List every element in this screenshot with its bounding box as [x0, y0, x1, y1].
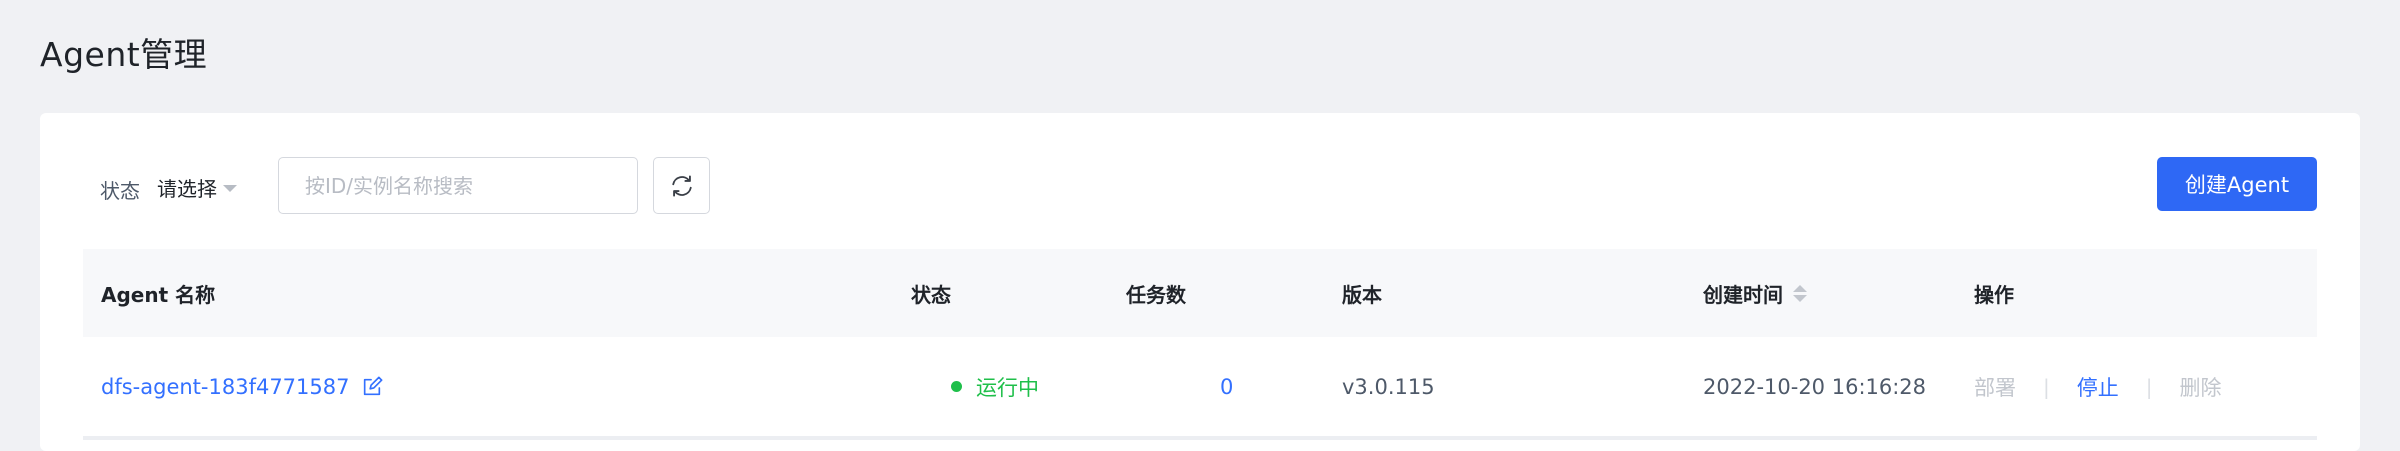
- table-row: dfs-agent-183f4771587 运行中 0 v3.0.115 202…: [83, 337, 2317, 440]
- version-cell: v3.0.115: [1342, 374, 1435, 399]
- sort-icon[interactable]: [1793, 284, 1807, 302]
- column-header-version: 版本: [1342, 282, 1382, 307]
- status-cell: 运行中: [951, 337, 1039, 436]
- create-agent-button[interactable]: 创建Agent: [2157, 157, 2317, 211]
- deploy-button[interactable]: 部署: [1974, 372, 2016, 402]
- column-header-tasks: 任务数: [1126, 282, 1186, 307]
- edit-icon[interactable]: [361, 376, 383, 398]
- task-count-cell: 0: [1220, 337, 1233, 436]
- column-header-agent-name: Agent 名称: [101, 282, 216, 307]
- refresh-icon: [668, 172, 696, 200]
- delete-button[interactable]: 删除: [2180, 372, 2222, 402]
- search-input[interactable]: [278, 157, 638, 214]
- status-dot-icon: [951, 381, 962, 392]
- stop-button[interactable]: 停止: [2077, 372, 2119, 402]
- caret-down-icon: [223, 184, 237, 192]
- column-header-status: 状态: [911, 282, 951, 307]
- status-text: 运行中: [976, 375, 1039, 400]
- task-count[interactable]: 0: [1220, 375, 1233, 399]
- page-title: Agent管理: [40, 35, 208, 74]
- agent-name-link[interactable]: dfs-agent-183f4771587: [101, 375, 349, 399]
- status-filter-value: 请选择: [157, 176, 217, 201]
- status-filter-label: 状态: [100, 179, 140, 203]
- refresh-button[interactable]: [653, 157, 710, 214]
- action-divider: |: [2145, 374, 2153, 399]
- column-header-actions: 操作: [1974, 282, 2014, 307]
- status-filter-select[interactable]: 请选择: [157, 171, 237, 203]
- action-divider: |: [2043, 374, 2050, 399]
- actions-cell: 部署 | 停止 | 删除: [1974, 337, 2222, 436]
- agent-name-cell: dfs-agent-183f4771587: [101, 337, 383, 436]
- created-time-cell: 2022-10-20 16:16:28: [1703, 374, 1927, 399]
- agent-list-card: 状态 请选择 创建Agent Agent 名称 状态 任务数 版本 创建时间 操…: [40, 113, 2360, 451]
- column-header-created[interactable]: 创建时间: [1703, 249, 1807, 337]
- table-header: Agent 名称 状态 任务数 版本 创建时间 操作: [83, 249, 2317, 337]
- column-header-created-label: 创建时间: [1703, 282, 1783, 307]
